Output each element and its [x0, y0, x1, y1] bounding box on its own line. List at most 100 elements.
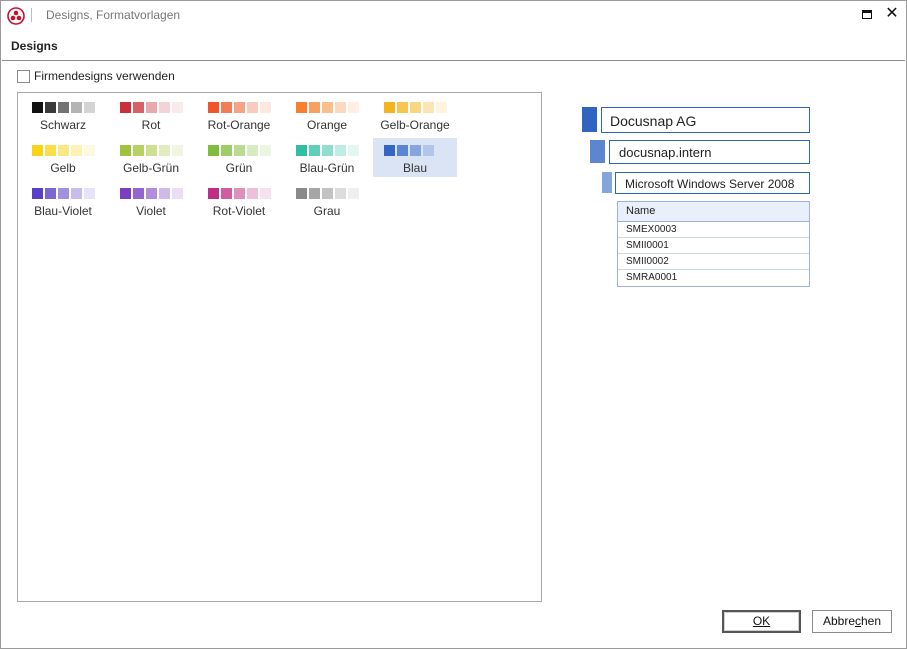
design-label: Grün [225, 161, 253, 175]
design-option[interactable]: Rot-Violet [197, 181, 281, 220]
color-swatches [208, 188, 273, 199]
color-swatch [309, 102, 320, 113]
color-swatch [335, 102, 346, 113]
design-option[interactable]: Rot [109, 95, 193, 134]
design-label: Rot-Orange [207, 118, 271, 132]
design-option[interactable]: Grau [285, 181, 369, 220]
design-label: Violet [136, 204, 166, 218]
table-row: SMRA0001 [626, 272, 678, 283]
color-swatch [172, 188, 183, 199]
color-swatch [260, 102, 271, 113]
color-swatches [32, 188, 97, 199]
section-title: Designs [11, 39, 58, 53]
color-swatch [45, 188, 56, 199]
color-swatch [384, 102, 395, 113]
color-swatch [32, 102, 43, 113]
color-swatch [208, 102, 219, 113]
color-swatch [84, 188, 95, 199]
color-swatch [410, 102, 421, 113]
design-option[interactable]: Blau [373, 138, 457, 177]
color-swatch [296, 102, 307, 113]
dialog-window: Designs, Formatvorlagen ✕ Designs Firmen… [0, 0, 907, 649]
maximize-button[interactable] [859, 7, 875, 23]
color-swatches [384, 102, 449, 113]
color-swatches [296, 145, 361, 156]
color-swatch [436, 145, 447, 156]
company-designs-checkbox[interactable] [17, 69, 30, 83]
design-label: Blau [402, 161, 428, 175]
design-label: Rot [141, 118, 161, 132]
color-swatch [348, 102, 359, 113]
color-swatch [84, 145, 95, 156]
color-swatch [159, 145, 170, 156]
color-swatch [348, 188, 359, 199]
color-swatches [32, 102, 97, 113]
design-label: Blau-Violet [34, 204, 92, 218]
color-swatch [221, 145, 232, 156]
color-swatch [410, 145, 421, 156]
color-swatch [309, 145, 320, 156]
design-option[interactable]: Rot-Orange [197, 95, 281, 134]
title-bar: Designs, Formatvorlagen ✕ [1, 1, 906, 31]
color-swatch [146, 102, 157, 113]
color-swatch [32, 188, 43, 199]
color-swatch [133, 188, 144, 199]
preview-table: Name SMEX0003 SMII0001 SMII0002 SMRA0001 [617, 201, 810, 287]
color-swatch [322, 102, 333, 113]
color-swatch [423, 145, 434, 156]
color-swatch [84, 102, 95, 113]
design-option[interactable]: Gelb [21, 138, 105, 177]
color-swatch [71, 102, 82, 113]
color-swatch [58, 102, 69, 113]
color-swatch [423, 102, 434, 113]
design-option[interactable]: Blau-Violet [21, 181, 105, 220]
color-swatch [247, 188, 258, 199]
cancel-label-suffix: hen [861, 614, 882, 628]
design-option[interactable]: Violet [109, 181, 193, 220]
color-swatch [309, 188, 320, 199]
design-option[interactable]: Gelb-Grün [109, 138, 193, 177]
color-swatch [397, 145, 408, 156]
preview-level3-marker [602, 172, 612, 193]
color-swatch [234, 102, 245, 113]
color-swatch [133, 102, 144, 113]
color-swatch [120, 102, 131, 113]
preview-level3: Microsoft Windows Server 2008 [615, 172, 810, 194]
design-label: Blau-Grün [299, 161, 355, 175]
design-label: Gelb-Orange [380, 118, 450, 132]
color-swatch [296, 145, 307, 156]
color-swatches [208, 145, 273, 156]
close-button[interactable]: ✕ [883, 5, 901, 23]
design-label: Gelb-Grün [122, 161, 180, 175]
color-swatch [322, 188, 333, 199]
design-option[interactable]: Orange [285, 95, 369, 134]
color-swatch [45, 102, 56, 113]
design-option[interactable]: Grün [197, 138, 281, 177]
design-option[interactable]: Gelb-Orange [373, 95, 457, 134]
color-swatch [71, 188, 82, 199]
color-swatch [172, 145, 183, 156]
color-swatch [208, 188, 219, 199]
color-swatch [58, 145, 69, 156]
designs-list[interactable]: Schwarz Rot Rot-Orange Orange Gelb-Orange Gel… [17, 92, 542, 602]
design-label: Rot-Violet [212, 204, 266, 218]
cancel-button[interactable]: Abbrechen [812, 610, 892, 633]
design-option[interactable]: Schwarz [21, 95, 105, 134]
section-divider [2, 60, 905, 61]
color-swatch [335, 188, 346, 199]
color-swatch [32, 145, 43, 156]
color-swatch [335, 145, 346, 156]
color-swatch [348, 145, 359, 156]
color-swatch [384, 145, 395, 156]
company-designs-option[interactable]: Firmendesigns verwenden [17, 69, 175, 83]
close-icon: ✕ [885, 5, 899, 22]
company-designs-label: Firmendesigns verwenden [34, 69, 175, 83]
color-swatch [159, 102, 170, 113]
color-swatch [146, 188, 157, 199]
color-swatch [234, 145, 245, 156]
design-label: Schwarz [39, 118, 86, 132]
design-option[interactable]: Blau-Grün [285, 138, 369, 177]
color-swatch [71, 145, 82, 156]
ok-button[interactable]: OK [722, 610, 801, 633]
preview-table-header: Name [618, 202, 809, 222]
